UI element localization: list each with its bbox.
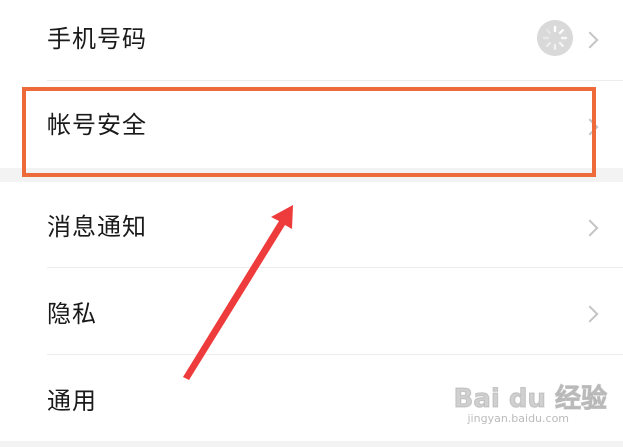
settings-item-label: 通用 [47, 387, 97, 415]
settings-item-general[interactable]: 通用 [0, 355, 623, 441]
chevron-right-icon [581, 392, 599, 410]
chevron-right-icon [581, 219, 599, 237]
section-gap [0, 168, 623, 182]
bottom-strip [0, 441, 623, 447]
settings-item-label: 消息通知 [47, 213, 147, 241]
loading-spinner-icon [537, 20, 573, 56]
settings-item-privacy[interactable]: 隐私 [0, 268, 623, 354]
settings-item-label: 帐号安全 [47, 111, 147, 139]
settings-item-label: 手机号码 [47, 25, 147, 53]
settings-item-phone-number[interactable]: 手机号码 [0, 0, 623, 80]
chevron-right-icon [581, 118, 599, 136]
avatar [537, 20, 573, 56]
settings-item-notifications[interactable]: 消息通知 [0, 182, 623, 267]
settings-screen: 手机号码 帐号安全 消息通知 隐私 通用 Bai du 经验 jingyan.b… [0, 0, 623, 447]
settings-item-label: 隐私 [47, 300, 97, 328]
chevron-right-icon [581, 31, 599, 49]
settings-item-account-security[interactable]: 帐号安全 [0, 81, 623, 168]
chevron-right-icon [581, 305, 599, 323]
